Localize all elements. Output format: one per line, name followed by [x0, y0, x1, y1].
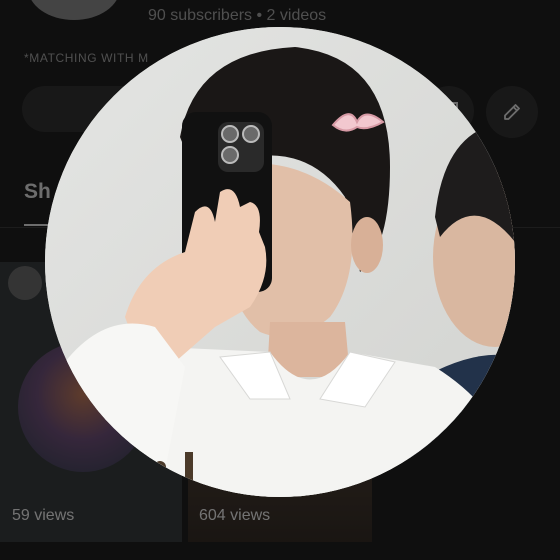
video-view-count: 604 views	[199, 507, 271, 524]
profile-photo-preview[interactable]	[45, 27, 515, 497]
profile-photo-illustration	[45, 27, 515, 497]
channel-stats: 90 subscribers • 2 videos	[148, 7, 327, 24]
thumbnail-avatar	[8, 266, 42, 300]
video-view-count: 59 views	[12, 507, 75, 524]
channel-avatar[interactable]	[28, 0, 120, 20]
edit-button[interactable]	[486, 86, 538, 138]
tab-shorts[interactable]: Sh	[24, 180, 51, 204]
channel-description[interactable]: *MATCHING WITH M	[24, 51, 149, 65]
